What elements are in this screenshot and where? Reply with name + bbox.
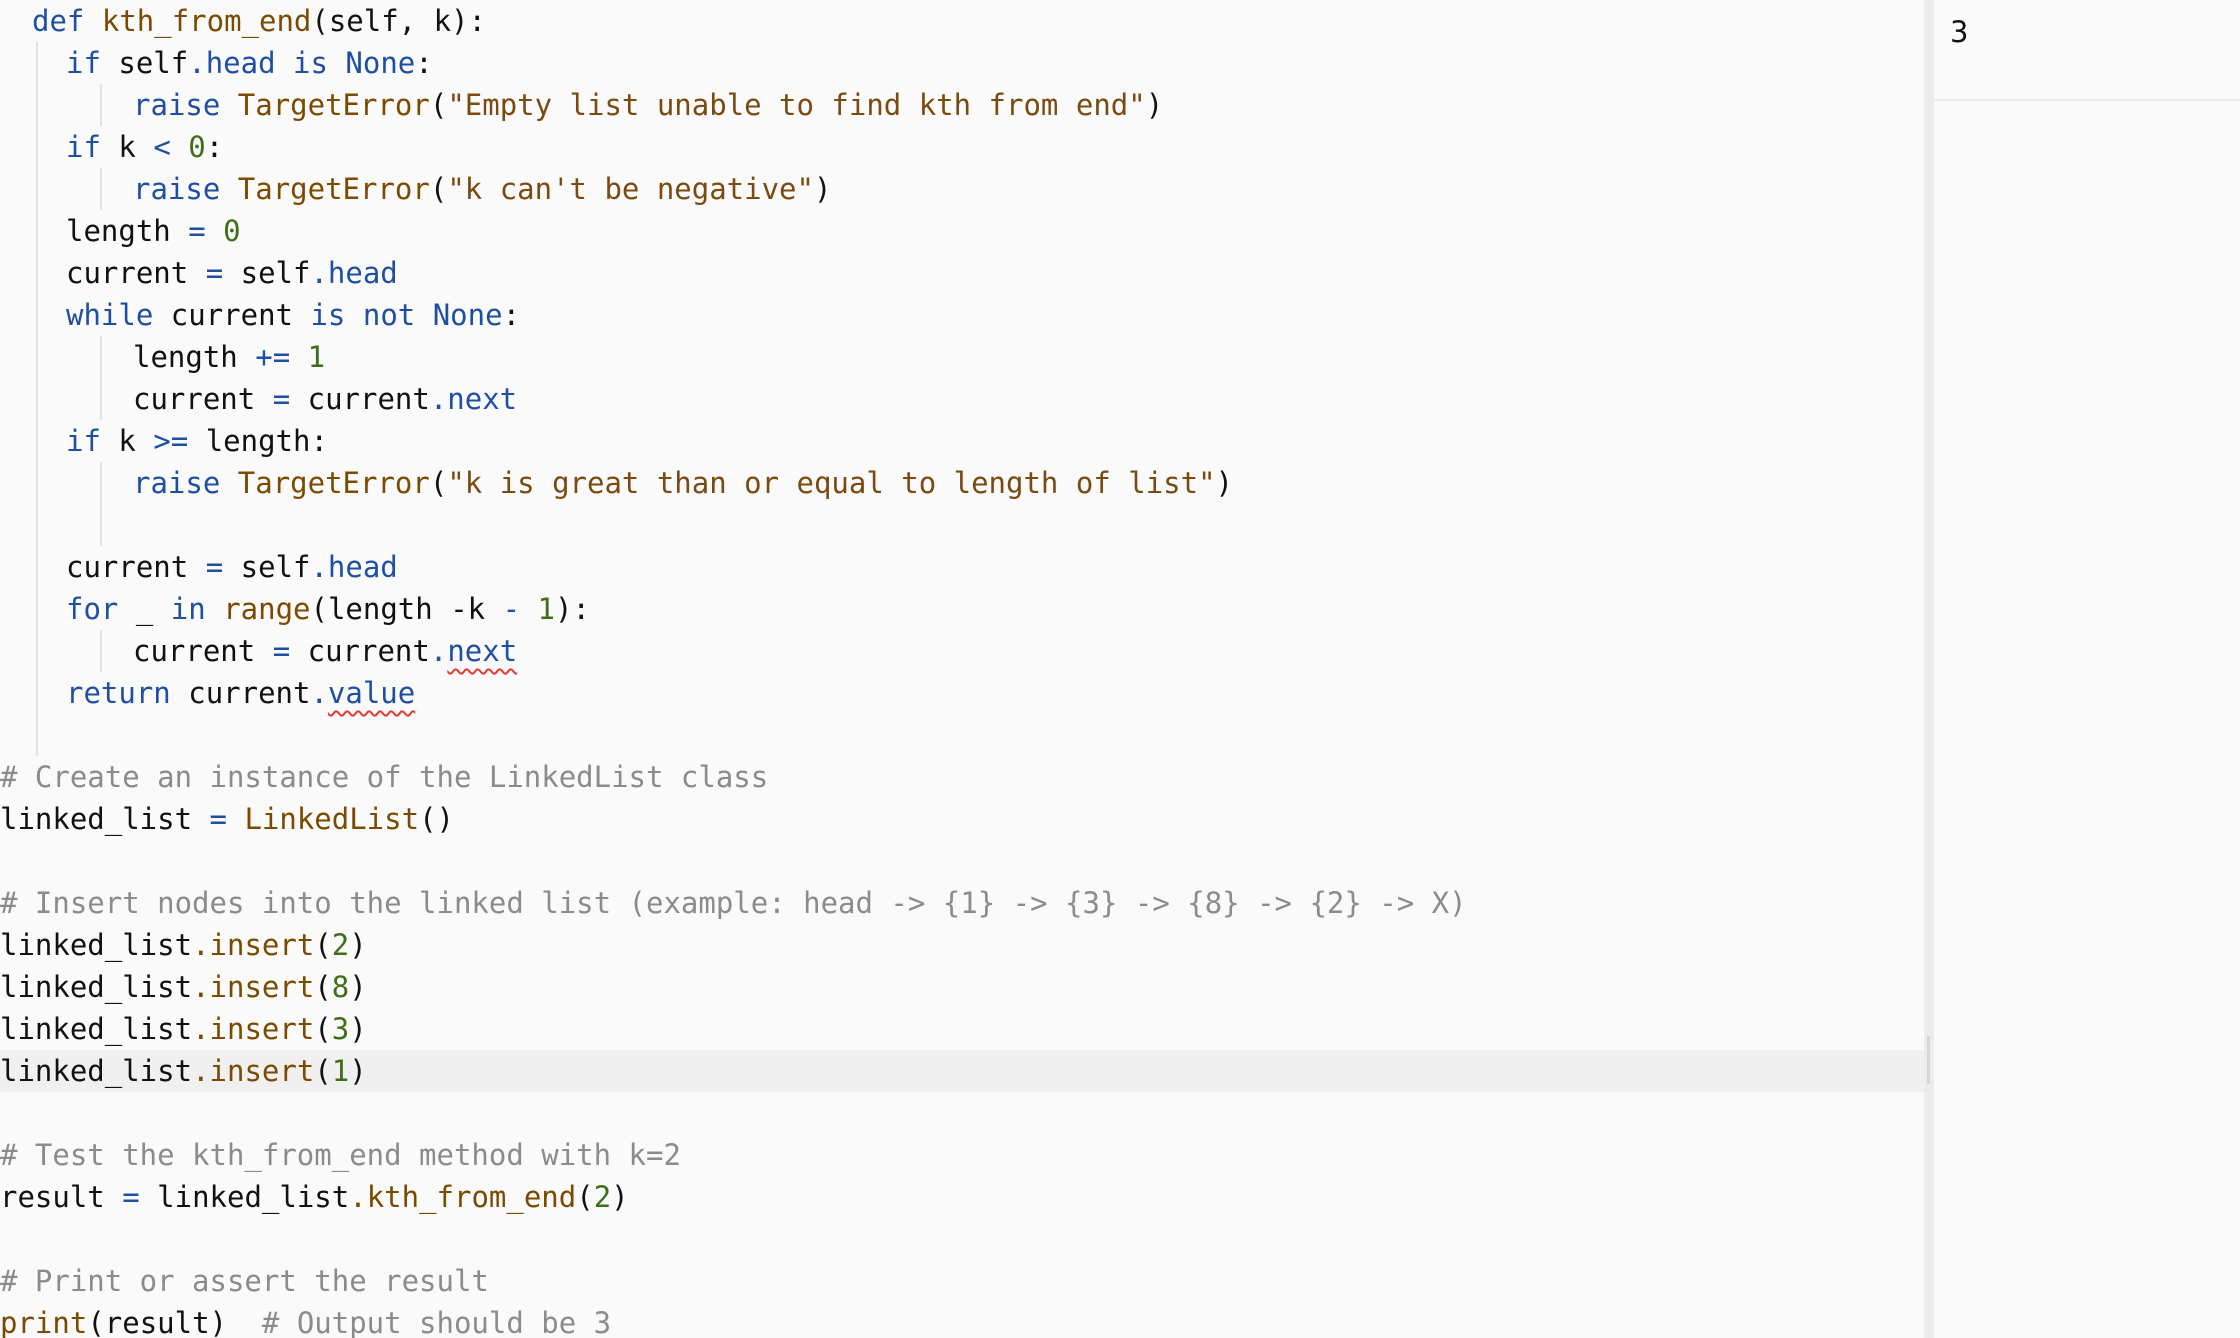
code-line-7: current = self.head: [66, 256, 398, 290]
code-line-1: def kth_from_end(self, k):: [32, 4, 486, 38]
code-line-3: raise TargetError("Empty list unable to …: [133, 88, 1164, 122]
code-line-5: raise TargetError("k can't be negative"): [133, 172, 832, 206]
code-line-2: if self.head is None:: [66, 46, 433, 80]
indent-guide: [36, 42, 38, 756]
warning-squiggle: value: [327, 676, 416, 710]
code-line-26: linked_list.insert(1): [0, 1054, 367, 1088]
code-line-25: linked_list.insert(3): [0, 1012, 367, 1046]
code-line-17: return current.value: [66, 676, 416, 710]
code-line-6: length = 0: [66, 214, 241, 248]
code-line-29: result = linked_list.kth_from_end(2): [0, 1180, 629, 1214]
code-line-32: print(result) # Output should be 3: [0, 1306, 612, 1338]
code-editor[interactable]: def kth_from_end(self, k): if self.head …: [0, 0, 1924, 1338]
code-line-16: current = current.next: [133, 634, 518, 668]
code-line-20: linked_list = LinkedList(): [0, 802, 454, 836]
code-line-11: if k >= length:: [66, 424, 328, 458]
indent-guide: [100, 84, 102, 126]
code-line-9: length += 1: [133, 340, 326, 374]
code-line-28: # Test the kth_from_end method with k=2: [0, 1138, 681, 1172]
code-line-22: # Insert nodes into the linked list (exa…: [0, 886, 1467, 920]
indent-guide: [100, 336, 102, 420]
code-line-23: linked_list.insert(2): [0, 928, 367, 962]
indent-guide: [100, 630, 102, 672]
scrollbar-marker[interactable]: [1927, 1036, 1930, 1084]
warning-squiggle: next: [447, 634, 518, 668]
code-line-8: while current is not None:: [66, 298, 521, 332]
indent-guide: [100, 462, 102, 546]
code-line-10: current = current.next: [133, 382, 518, 416]
code-line-14: current = self.head: [66, 550, 398, 584]
code-line-12: raise TargetError("k is great than or eq…: [133, 466, 1233, 500]
code-line-4: if k < 0:: [66, 130, 224, 164]
output-panel: 3: [1934, 0, 2240, 1338]
code-line-19: # Create an instance of the LinkedList c…: [0, 760, 769, 794]
indent-guide: [100, 168, 102, 210]
output-value: 3: [1950, 15, 1969, 49]
code-line-31: # Print or assert the result: [0, 1264, 489, 1298]
code-line-24: linked_list.insert(8): [0, 970, 367, 1004]
output-cell: 3: [1934, 0, 2240, 101]
code-line-15: for _ in range(length -k - 1):: [66, 592, 590, 626]
panel-divider[interactable]: [1924, 0, 1934, 1338]
